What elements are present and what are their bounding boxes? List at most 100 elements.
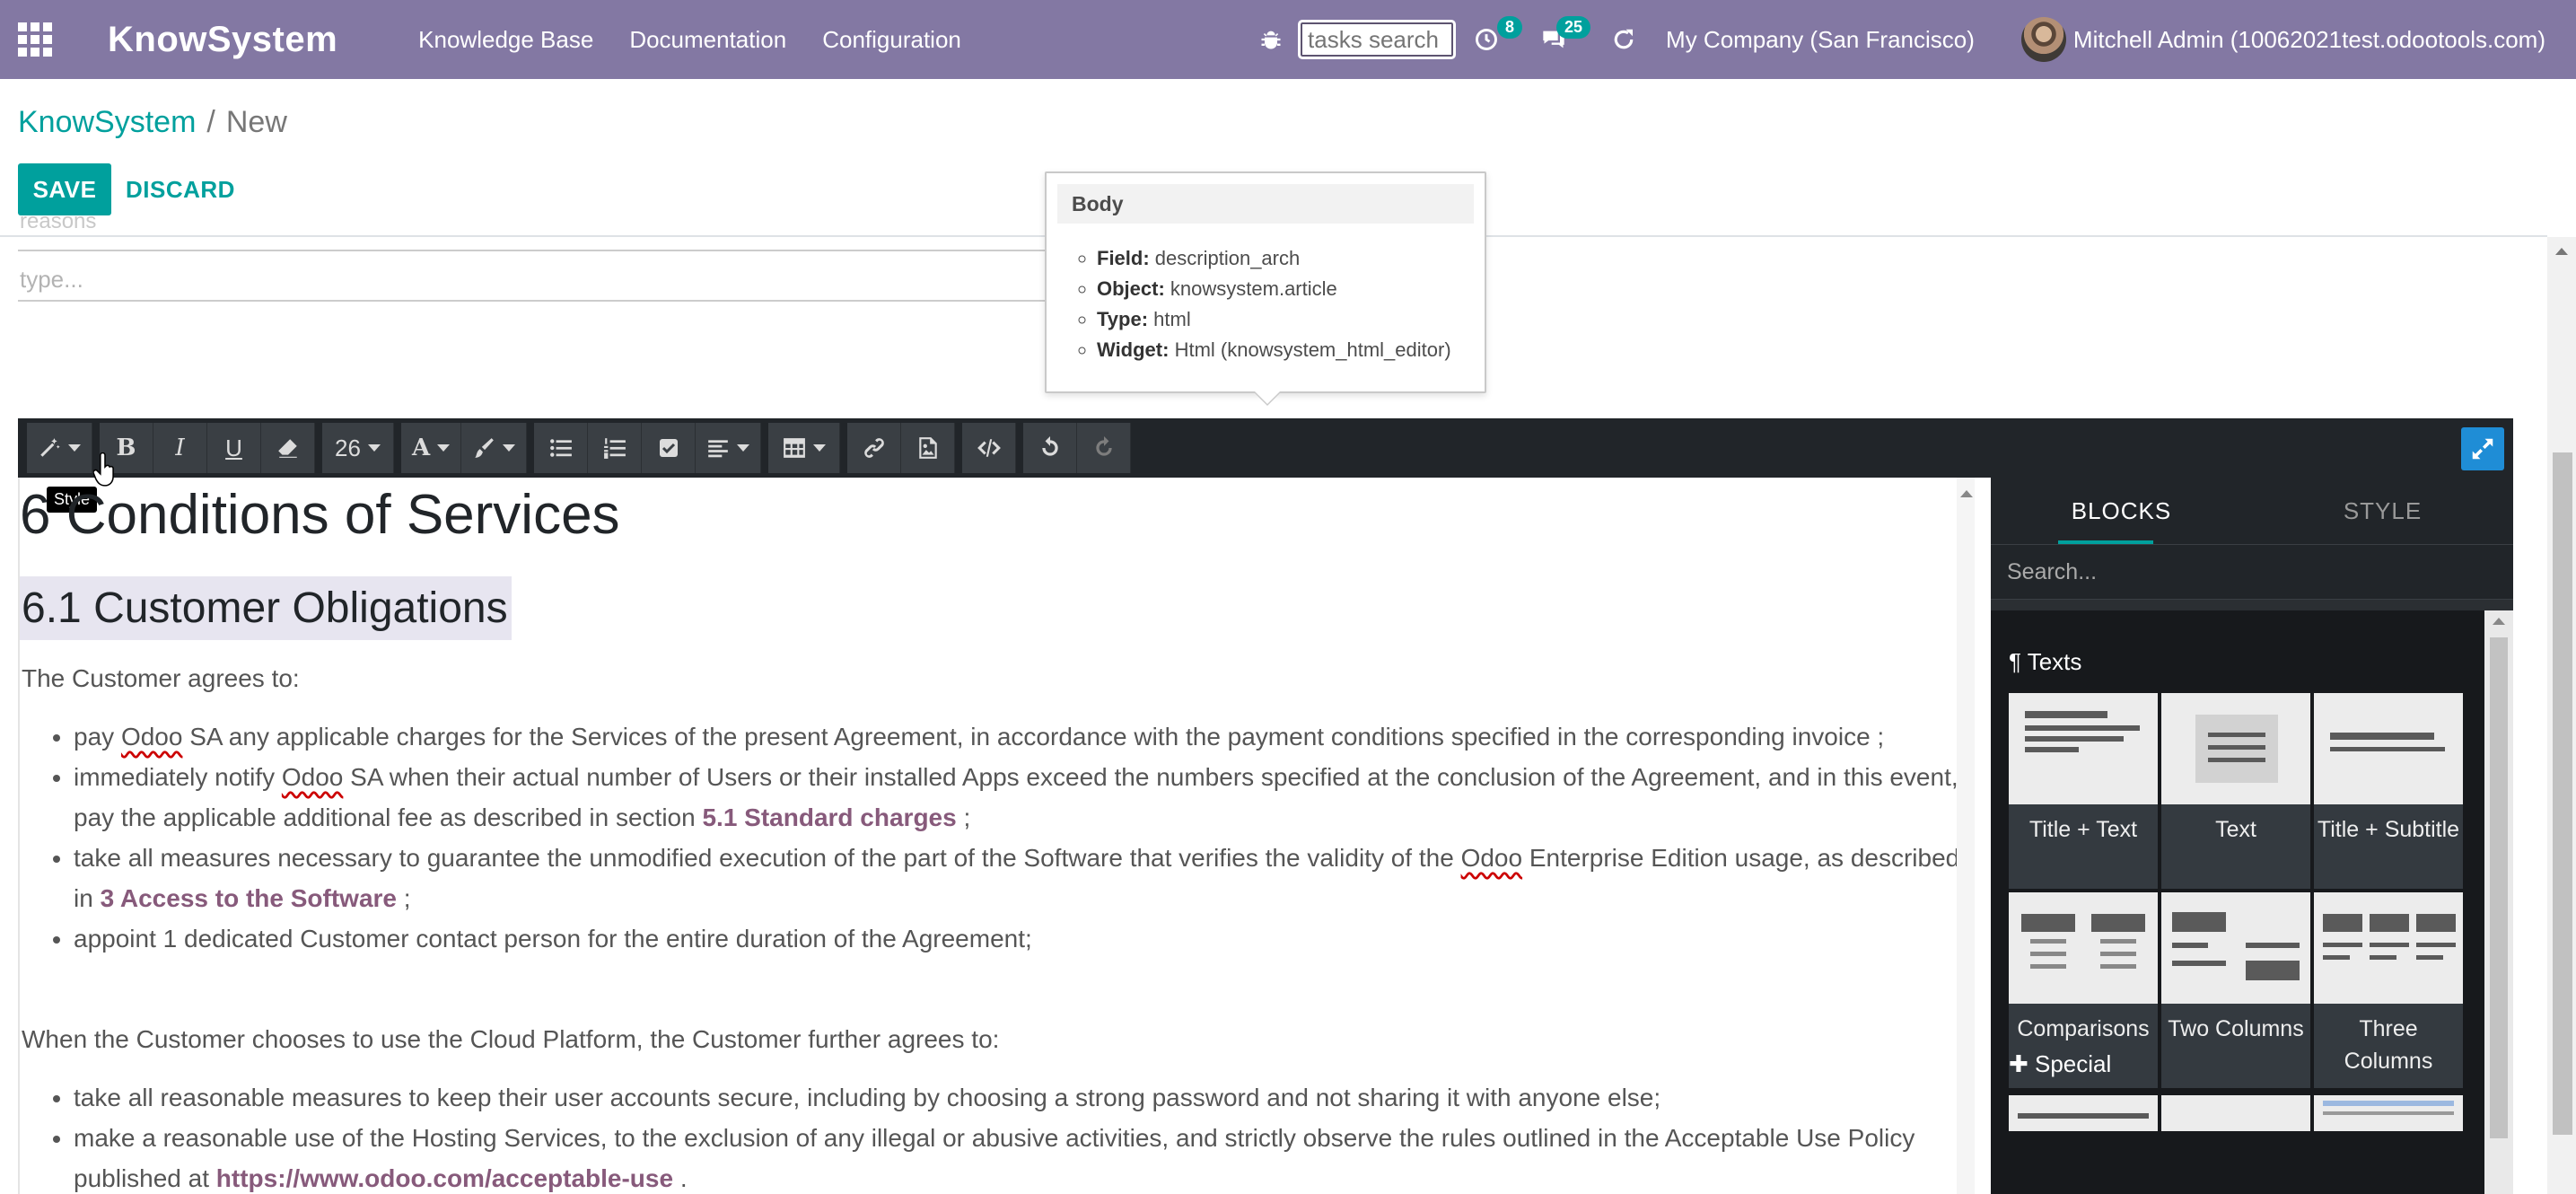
checklist-button[interactable] xyxy=(642,423,697,473)
expand-icon xyxy=(2472,438,2493,460)
company-switcher[interactable]: My Company (San Francisco) xyxy=(1666,26,1975,54)
checkbox-icon xyxy=(659,439,678,457)
file-image-icon xyxy=(918,437,937,459)
italic-button[interactable]: I xyxy=(153,423,207,473)
list-ul-icon xyxy=(549,439,572,457)
paragraph: The Customer agrees to: xyxy=(22,664,300,692)
type-field[interactable]: type... xyxy=(20,266,83,294)
list-item: take all measures necessary to guarantee… xyxy=(74,838,1976,918)
highlight-color-dropdown[interactable] xyxy=(461,423,528,473)
bullet-list: take all reasonable measures to keep the… xyxy=(74,1077,1976,1194)
bullet-list-button[interactable] xyxy=(534,423,589,473)
font-color-dropdown[interactable]: A xyxy=(401,423,462,473)
eraser-icon xyxy=(277,439,297,458)
page-scrollbar[interactable] xyxy=(2547,237,2576,1194)
breadcrumb-current: New xyxy=(225,105,287,139)
list-item: take all reasonable measures to keep the… xyxy=(74,1077,1976,1118)
eraser-button[interactable] xyxy=(261,423,315,473)
save-button[interactable]: SAVE xyxy=(18,163,111,215)
snippets-tabs: BLOCKS STYLE xyxy=(1991,478,2513,544)
section-link[interactable]: 3 Access to the Software xyxy=(101,884,397,912)
messages-count-badge: 25 xyxy=(1556,16,1591,39)
undo-icon xyxy=(1042,436,1058,456)
menu-configuration[interactable]: Configuration xyxy=(822,26,961,54)
user-menu[interactable]: Mitchell Admin (10062021test.odootools.c… xyxy=(2073,26,2545,54)
snippet-three-columns[interactable]: Three Columns xyxy=(2314,892,2463,1088)
category-texts: ¶ Texts xyxy=(2009,648,2082,675)
breadcrumb-parent[interactable]: KnowSystem xyxy=(18,105,196,139)
code-icon xyxy=(977,439,1001,457)
snippet-grid: Title + Text Text Title + Subtitle Compa… xyxy=(2009,693,2463,1088)
undo-button[interactable] xyxy=(1023,423,1078,473)
tooltip-item: Object: knowsystem.article xyxy=(1097,274,1485,304)
heading-2-selected: 6.1 Customer Obligations xyxy=(20,576,512,640)
html-editor-content[interactable]: 6 Conditions of Services 6.1 Customer Ob… xyxy=(18,478,1989,1194)
link-button[interactable] xyxy=(847,423,902,473)
fullscreen-button[interactable] xyxy=(2461,427,2504,470)
snippet-text[interactable]: Text xyxy=(2161,693,2310,889)
list-item: pay Odoo SA any applicable charges for t… xyxy=(74,716,1976,757)
refresh-icon[interactable] xyxy=(1610,26,1637,53)
tasks-search-input[interactable] xyxy=(1298,20,1457,59)
tab-blocks[interactable]: BLOCKS xyxy=(1991,478,2252,544)
bullet-list: pay Odoo SA any applicable charges for t… xyxy=(74,716,1976,959)
type-field-underline xyxy=(18,300,1048,302)
snippets-panel: BLOCKS STYLE ¶ Texts Title + Text xyxy=(1991,478,2513,1194)
numbered-list-button[interactable] xyxy=(588,423,643,473)
breadcrumb: KnowSystem / New xyxy=(18,105,287,140)
breadcrumb-separator: / xyxy=(206,105,215,139)
editor-toolbar: B I U 26 A xyxy=(18,418,2513,478)
snippet-special-2[interactable] xyxy=(2161,1095,2310,1131)
snippets-scrollbar[interactable] xyxy=(2484,610,2513,1194)
special-snippets-row xyxy=(2009,1095,2463,1131)
editor-scrollbar[interactable] xyxy=(1957,478,1975,1194)
media-button[interactable] xyxy=(901,423,956,473)
app-brand[interactable]: KnowSystem xyxy=(108,20,337,60)
tooltip-arrow xyxy=(1255,391,1280,404)
section-link[interactable]: 5.1 Standard charges xyxy=(702,803,956,831)
underline-button[interactable]: U xyxy=(207,423,261,473)
heading-1: 6 Conditions of Services xyxy=(20,484,620,546)
table-icon xyxy=(783,438,805,458)
bug-icon[interactable] xyxy=(1258,27,1284,52)
activities-menu[interactable]: 8 xyxy=(1474,16,1523,52)
snippet-title-text[interactable]: Title + Text xyxy=(2009,693,2158,889)
messages-menu[interactable]: 25 xyxy=(1540,16,1591,52)
main-menu: Knowledge Base Documentation Configurati… xyxy=(418,26,961,54)
top-navbar: KnowSystem Knowledge Base Documentation … xyxy=(0,0,2576,79)
tooltip-list: Field: description_arch Object: knowsyst… xyxy=(1097,243,1485,365)
font-color-icon: A xyxy=(412,435,431,461)
tooltip-title: Body xyxy=(1057,184,1474,224)
apps-menu-icon[interactable] xyxy=(16,21,54,58)
reasons-field-text: reasons xyxy=(20,215,97,233)
style-dropdown[interactable] xyxy=(27,423,92,473)
user-avatar[interactable] xyxy=(2020,17,2066,62)
field-info-tooltip: Body Field: description_arch Object: kno… xyxy=(1045,171,1486,393)
clock-icon xyxy=(1476,29,1497,50)
activity-count-badge: 8 xyxy=(1497,16,1523,39)
paint-brush-icon xyxy=(475,438,495,458)
redo-button[interactable] xyxy=(1077,423,1132,473)
acceptable-use-link[interactable]: https://www.odoo.com/acceptable-use xyxy=(216,1164,673,1192)
tooltip-item: Type: html xyxy=(1097,304,1485,335)
snippet-title-subtitle[interactable]: Title + Subtitle xyxy=(2314,693,2463,889)
menu-documentation[interactable]: Documentation xyxy=(629,26,786,54)
code-view-button[interactable] xyxy=(962,423,1017,473)
table-dropdown[interactable] xyxy=(768,423,841,473)
discard-button[interactable]: DISCARD xyxy=(126,163,235,215)
align-left-icon xyxy=(708,440,729,458)
align-dropdown[interactable] xyxy=(696,423,762,473)
snippet-two-columns[interactable]: Two Columns xyxy=(2161,892,2310,1088)
snippet-special-1[interactable] xyxy=(2009,1095,2158,1131)
font-size-dropdown[interactable]: 26 xyxy=(322,423,394,473)
snippets-search-input[interactable] xyxy=(2007,558,2492,585)
list-item: immediately notify Odoo SA when their ac… xyxy=(74,757,1976,838)
redo-icon xyxy=(1096,436,1112,456)
menu-knowledge-base[interactable]: Knowledge Base xyxy=(418,26,593,54)
link-icon xyxy=(863,438,884,458)
reasons-field-underline xyxy=(18,250,1048,251)
paragraph: When the Customer chooses to use the Clo… xyxy=(22,1025,1000,1053)
tab-style[interactable]: STYLE xyxy=(2252,478,2513,544)
snippet-special-3[interactable] xyxy=(2314,1095,2463,1131)
snippets-list: ¶ Texts Title + Text Text Title + Subtit… xyxy=(1991,610,2493,1194)
